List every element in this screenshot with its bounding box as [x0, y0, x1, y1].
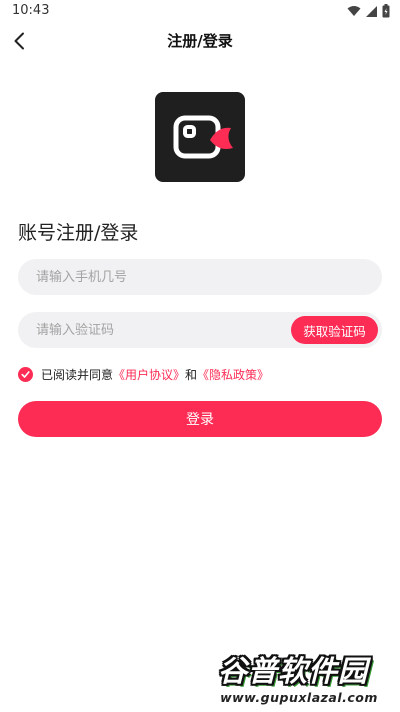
app-logo-icon [173, 115, 233, 159]
agreement-conjunction: 和 [185, 367, 198, 382]
phone-field [18, 259, 382, 295]
agreement-row: 已阅读并同意 《用户协议》 和 《隐私政策》 [18, 364, 269, 384]
signal-icon [366, 5, 377, 17]
status-icons [347, 4, 390, 18]
page-title: 注册/登录 [167, 32, 233, 50]
status-bar: 10:43 [0, 0, 400, 24]
nav-bar: 注册/登录 [0, 24, 400, 58]
watermark-url: www.gupuxlazal.com [220, 690, 378, 705]
watermark-title: 谷普软件园 [218, 654, 369, 688]
watermark: 谷普软件园 www.gupuxlazal.com [200, 644, 398, 710]
phone-input[interactable] [18, 259, 382, 295]
check-icon [21, 370, 30, 378]
user-agreement-link[interactable]: 《用户协议》 [113, 366, 185, 383]
section-title: 账号注册/登录 [18, 222, 139, 244]
battery-icon [382, 4, 390, 18]
app-logo [155, 92, 245, 182]
agreement-prefix: 已阅读并同意 [41, 367, 114, 382]
get-code-button[interactable]: 获取验证码 [291, 316, 378, 344]
code-field: 获取验证码 [18, 312, 382, 348]
agreement-checkbox[interactable] [18, 366, 33, 382]
code-input[interactable] [18, 312, 278, 348]
wifi-icon [347, 6, 361, 16]
status-time: 10:43 [12, 3, 50, 18]
privacy-policy-link[interactable]: 《隐私政策》 [197, 366, 269, 383]
login-button[interactable]: 登录 [18, 401, 382, 437]
